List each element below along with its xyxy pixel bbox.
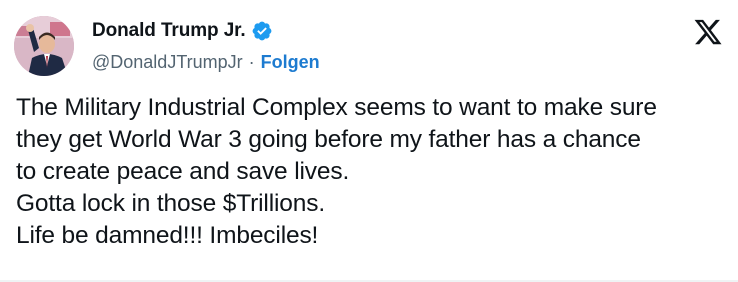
follow-button[interactable]: Folgen — [261, 52, 320, 73]
author-handle[interactable]: @DonaldJTrumpJr — [92, 52, 243, 73]
tweet-text-line: The Military Industrial Complex seems to… — [16, 94, 657, 121]
tweet-text-line: Gotta lock in those $Trillions. — [16, 190, 325, 217]
separator-dot: · — [248, 51, 255, 72]
tweet-text: The Military Industrial Complex seems to… — [16, 92, 732, 252]
verified-badge-icon — [251, 20, 273, 42]
tweet-text-line: Life be damned!!! Imbeciles! — [16, 222, 319, 249]
tweet-card: Donald Trump Jr. @DonaldJTrumpJr · Folge… — [0, 0, 738, 282]
avatar-image — [14, 16, 74, 76]
author-display-name[interactable]: Donald Trump Jr. — [92, 20, 246, 42]
author-name-row: Donald Trump Jr. — [92, 17, 273, 45]
tweet-text-line: they get World War 3 going before my fat… — [16, 126, 641, 153]
x-logo-icon[interactable] — [692, 17, 724, 47]
tweet-text-line: to create peace and save lives. — [16, 158, 350, 185]
avatar[interactable] — [14, 16, 74, 76]
author-handle-row: @DonaldJTrumpJr · Folgen — [92, 49, 320, 75]
